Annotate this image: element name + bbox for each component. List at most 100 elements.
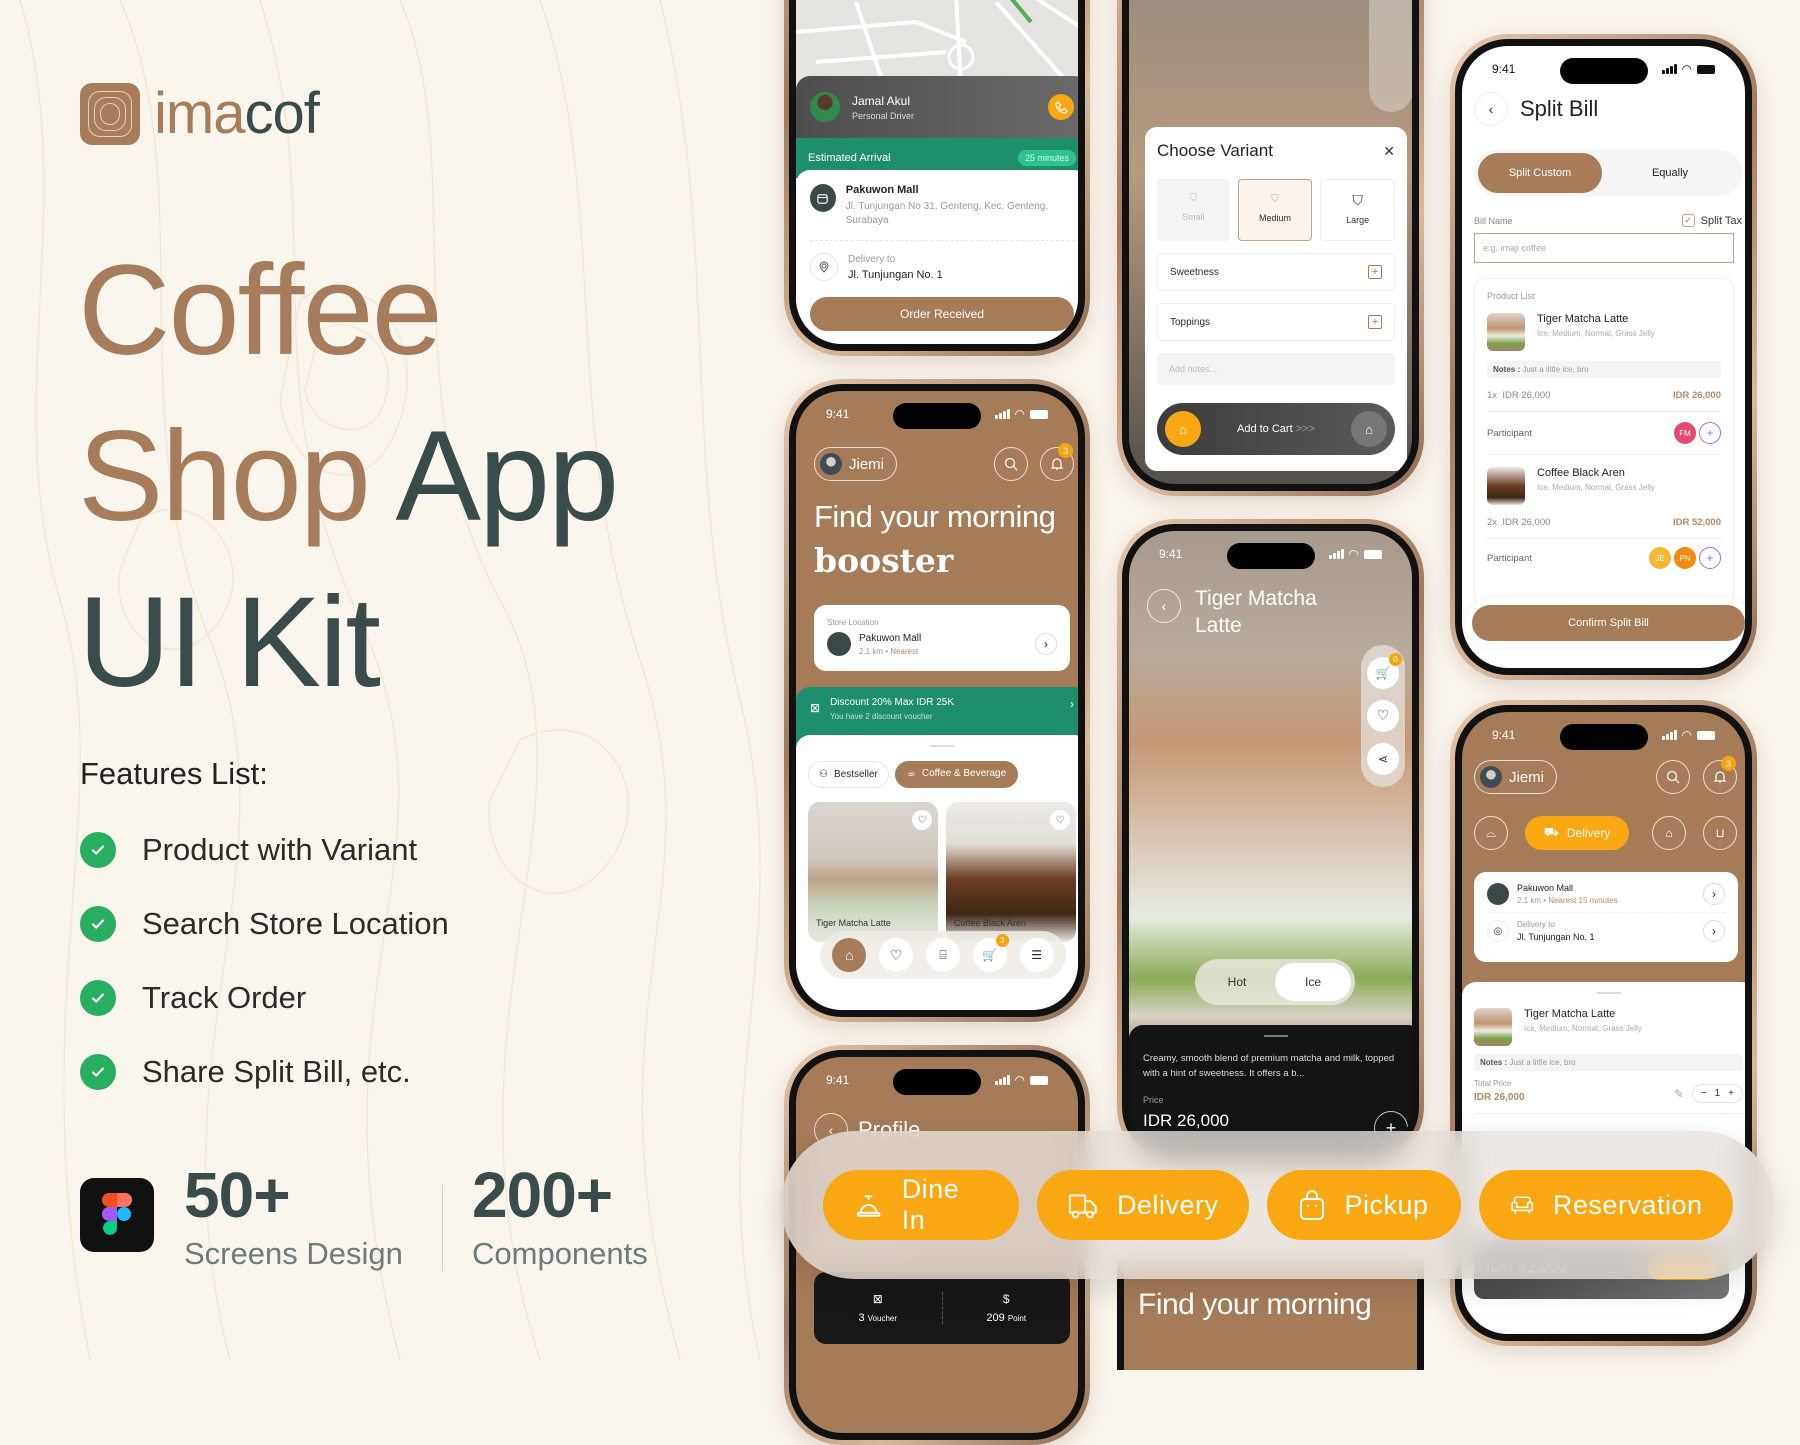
- product-card[interactable]: ♡ Coffee Black Aren: [946, 802, 1076, 942]
- plus-icon[interactable]: +: [1368, 265, 1382, 279]
- cup-icon: ☕: [906, 768, 916, 779]
- voucher-stat[interactable]: ⊠ 3 Voucher: [814, 1292, 943, 1324]
- add-participant-button[interactable]: +: [1699, 547, 1721, 569]
- stat-screens: 50+ Screens Design: [184, 1159, 403, 1271]
- product-title: Tiger Matcha Latte: [1195, 587, 1317, 637]
- mode-reservation-button[interactable]: Reservation: [1478, 1170, 1733, 1240]
- option-sweetness[interactable]: Sweetness +: [1157, 253, 1395, 291]
- participant-avatar[interactable]: JE: [1649, 547, 1671, 569]
- participant-avatar[interactable]: FM: [1674, 422, 1696, 444]
- plus-icon[interactable]: +: [1368, 315, 1382, 329]
- order-received-button[interactable]: Order Received: [810, 297, 1074, 331]
- heart-icon[interactable]: ♡: [912, 810, 932, 830]
- voucher-icon: ⊠: [872, 1292, 883, 1306]
- headline: Find your morning: [1138, 1288, 1372, 1321]
- product-thumbnail: [1487, 313, 1525, 351]
- product-card[interactable]: ♡ Tiger Matcha Latte: [808, 802, 938, 942]
- store-icon: [810, 184, 836, 212]
- driver-role: Personal Driver: [852, 110, 915, 121]
- chip-coffee-beverage[interactable]: ☕ Coffee & Beverage: [894, 761, 1019, 788]
- variant-modal: Choose Variant ✕ ⛉ Small ⛉ Medium ⛉ Large Sw…: [1145, 127, 1407, 471]
- size-option-medium[interactable]: ⛉ Medium: [1237, 179, 1313, 241]
- size-option-large[interactable]: ⛉ Large: [1320, 179, 1396, 241]
- phone-track-order: Tunjungan Plaza Jamal Akul Personal Driv…: [784, 0, 1090, 356]
- check-icon: [80, 906, 116, 942]
- delivery-row[interactable]: ◎ Delivery to Jl. Tunjungan No. 1 ›: [1487, 920, 1725, 942]
- cart-badge: 0: [1389, 652, 1402, 666]
- minus-icon[interactable]: −: [1701, 1088, 1707, 1099]
- feature-item: Track Order: [80, 980, 306, 1016]
- tab-split-custom[interactable]: Split Custom: [1478, 153, 1602, 193]
- nav-scan-icon[interactable]: ⌸: [925, 938, 960, 972]
- figma-icon: [80, 1178, 154, 1252]
- truck-icon: ⛟: [1543, 825, 1559, 839]
- bag-icon: ⌂: [1351, 411, 1387, 447]
- size-option-small[interactable]: ⛉ Small: [1157, 179, 1230, 241]
- confirm-bar: Confirm Split Bill: [1466, 598, 1745, 648]
- search-button[interactable]: [1656, 760, 1690, 794]
- avatar: [820, 453, 842, 475]
- cup-icon: ⛉: [1352, 192, 1363, 208]
- wifi-icon: ◠: [1014, 407, 1025, 421]
- search-button[interactable]: [994, 447, 1028, 481]
- mode-pickup-button[interactable]: Pickup: [1266, 1170, 1461, 1240]
- plus-icon[interactable]: +: [1728, 1088, 1734, 1099]
- nav-favorite-icon[interactable]: ♡: [879, 938, 914, 972]
- bag-icon[interactable]: ⌂: [1165, 411, 1201, 447]
- mode-pickup-icon[interactable]: ⌂: [1652, 816, 1686, 850]
- cart-icon[interactable]: 🛒 0: [1367, 652, 1402, 689]
- nav-orders-icon[interactable]: ☰: [1019, 938, 1054, 972]
- mode-dine-in-button[interactable]: Dine In: [822, 1170, 1019, 1240]
- participant-avatar[interactable]: PN: [1674, 547, 1696, 569]
- back-button[interactable]: ‹: [1147, 589, 1181, 623]
- option-toppings[interactable]: Toppings +: [1157, 303, 1395, 341]
- user-chip[interactable]: Jiemi: [1474, 760, 1558, 794]
- dynamic-island: [893, 1069, 981, 1095]
- quantity-stepper[interactable]: −1 +: [1691, 1084, 1743, 1103]
- dynamic-island: [893, 403, 981, 429]
- chevron-right-icon[interactable]: ›: [1703, 920, 1725, 942]
- cloche-icon: [856, 1195, 880, 1217]
- share-icon[interactable]: ⋖: [1367, 743, 1399, 776]
- heart-icon[interactable]: ♡: [1050, 810, 1070, 830]
- edit-icon[interactable]: ✎: [1674, 1087, 1684, 1101]
- dynamic-island: [1226, 543, 1315, 569]
- heart-icon[interactable]: ♡: [1367, 699, 1399, 732]
- tab-equally[interactable]: Equally: [1602, 167, 1738, 179]
- close-icon[interactable]: ✕: [1383, 143, 1395, 160]
- temp-option-hot[interactable]: Hot: [1199, 975, 1275, 989]
- user-chip[interactable]: Jiemi: [814, 447, 898, 481]
- split-tax-checkbox[interactable]: ✓ Split Tax: [1681, 214, 1742, 227]
- confirm-split-bill-button[interactable]: Confirm Split Bill: [1472, 605, 1745, 641]
- blurred-actions: [1369, 0, 1412, 112]
- modal-title: Choose Variant: [1157, 141, 1273, 160]
- notes-input[interactable]: Add notes...: [1157, 353, 1395, 385]
- call-driver-button[interactable]: [1048, 94, 1074, 120]
- brand-logo: imacof: [80, 80, 320, 147]
- mode-delivery-button[interactable]: Delivery: [1036, 1170, 1249, 1240]
- temp-option-ice[interactable]: Ice: [1275, 963, 1351, 1001]
- back-button[interactable]: ‹: [1474, 92, 1508, 126]
- phone-choose-variant: Choose Variant ✕ ⛉ Small ⛉ Medium ⛉ Large Sw…: [1117, 0, 1424, 496]
- add-participant-button[interactable]: +: [1699, 422, 1721, 444]
- chevron-right-icon[interactable]: ›: [1035, 633, 1057, 655]
- hero-title: Coffee Shop App UI Kit: [78, 228, 619, 726]
- mode-delivery-button[interactable]: ⛟ Delivery: [1525, 816, 1629, 850]
- phone-home: 9:41 ◠ Jiemi 3 Find your morning booster …: [784, 379, 1090, 1022]
- phone-split-bill: 9:41 ◠ ‹ Split Bill Split Custom Equally …: [1450, 34, 1757, 680]
- mode-dine-in-icon[interactable]: ⌓: [1474, 816, 1508, 850]
- participant-row: Participant FM +: [1487, 411, 1721, 444]
- store-location-card[interactable]: Store Location Pakuwon Mall 2.1 km • Near…: [814, 605, 1070, 671]
- search-icon: [1666, 770, 1680, 784]
- chevron-right-icon[interactable]: ›: [1703, 883, 1725, 905]
- store-row[interactable]: Pakuwon Mall 2.1 km • Nearest 15 minutes …: [1487, 883, 1725, 905]
- points-stat[interactable]: $209 Point: [943, 1292, 1071, 1324]
- bill-name-input[interactable]: e.g. imaji coffee: [1474, 233, 1734, 263]
- coin-icon: $: [1002, 1292, 1010, 1306]
- nav-cart-icon[interactable]: 🛒 3: [972, 934, 1009, 972]
- add-to-cart-slider[interactable]: ⌂ Add to Cart >>> ⌂: [1157, 403, 1395, 455]
- nav-home-icon[interactable]: ⌂: [832, 938, 867, 972]
- chip-bestseller[interactable]: ⚇ Bestseller: [808, 761, 889, 788]
- dynamic-island: [1559, 58, 1648, 84]
- mode-reservation-icon[interactable]: ⊔: [1703, 816, 1737, 850]
